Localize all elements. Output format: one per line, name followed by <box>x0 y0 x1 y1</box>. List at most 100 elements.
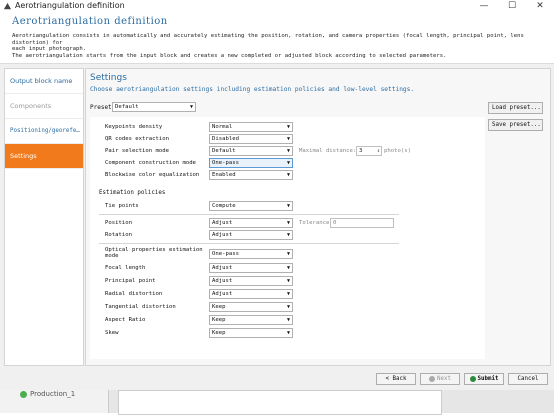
select-value: Adjust <box>212 220 233 226</box>
estimation-policies-heading: Estimation policies <box>99 190 166 196</box>
chevron-down-icon: ▼ <box>286 136 290 142</box>
tie-points-select[interactable]: Compute ▼ <box>209 201 293 211</box>
window-titlebar: Aerotriangulation definition — ☐ ✕ <box>0 0 554 14</box>
chevron-down-icon: ▼ <box>286 291 290 297</box>
spinner-value: 3 <box>359 148 363 154</box>
chevron-down-icon: ▼ <box>286 330 290 336</box>
tolerance-input[interactable]: 0 <box>330 218 394 228</box>
radial-distortion-select[interactable]: Adjust ▼ <box>209 289 293 299</box>
aspect-ratio-select[interactable]: Keep ▼ <box>209 315 293 325</box>
chevron-down-icon: ▼ <box>286 265 290 271</box>
load-preset-button[interactable]: Load preset... <box>488 102 543 114</box>
next-icon <box>429 375 436 382</box>
blockwise-color-select[interactable]: Enabled ▼ <box>209 170 293 180</box>
chevron-down-icon: ▼ <box>286 203 290 209</box>
dialog-title: Aerotriangulation definition <box>12 16 168 27</box>
preset-value: Default <box>115 104 139 110</box>
aspect-ratio-label: Aspect Ratio <box>105 317 146 323</box>
settings-subtitle: Choose aerotriangulation settings includ… <box>90 86 415 93</box>
sidebar-item-components[interactable]: Components <box>5 94 83 119</box>
next-button[interactable]: Next <box>420 373 460 385</box>
position-label: Position <box>105 220 132 226</box>
focal-length-label: Focal length <box>105 265 146 271</box>
max-distance-label: Maximal distance: <box>299 148 357 154</box>
tolerance-label: Tolerance <box>299 220 330 226</box>
position-select[interactable]: Adjust ▼ <box>209 218 293 228</box>
minimize-button[interactable]: — <box>470 0 498 13</box>
component-construction-select[interactable]: One-pass ▼ <box>209 158 293 168</box>
settings-scroll-area: Keypoints density Normal ▼ QR codes extra… <box>90 117 485 359</box>
background-panel <box>118 390 442 415</box>
rotation-select[interactable]: Adjust ▼ <box>209 230 293 240</box>
sidebar-item-output-block-name[interactable]: Output block name <box>5 69 83 94</box>
qr-codes-label: QR codes extraction <box>105 136 169 142</box>
chevron-down-icon: ▼ <box>286 220 290 226</box>
chevron-down-icon: ▼ <box>286 304 290 310</box>
close-button[interactable]: ✕ <box>526 0 554 13</box>
chevron-down-icon: ▼ <box>286 160 290 166</box>
select-value: One-pass <box>212 251 239 257</box>
back-button[interactable]: < Back <box>376 373 416 385</box>
optical-properties-label: Optical properties estimation mode <box>105 247 203 259</box>
select-value: Adjust <box>212 291 233 297</box>
divider <box>99 214 399 215</box>
preset-select[interactable]: Default ▼ <box>112 102 196 112</box>
cancel-button[interactable]: Cancel <box>508 373 548 385</box>
label-line: Optical properties estimation <box>105 247 203 253</box>
chevron-down-icon: ▼ <box>286 124 290 130</box>
keypoints-density-label: Keypoints density <box>105 124 163 130</box>
select-value: Adjust <box>212 232 233 238</box>
submit-icon <box>469 375 476 382</box>
max-distance-spinner[interactable]: 3 ⇕ <box>356 146 382 156</box>
radial-distortion-label: Radial distortion <box>105 291 163 297</box>
chevron-down-icon: ▼ <box>286 278 290 284</box>
chevron-down-icon: ▼ <box>286 172 290 178</box>
rotation-label: Rotation <box>105 232 132 238</box>
save-preset-button[interactable]: Save preset... <box>488 119 543 131</box>
principal-point-label: Principal point <box>105 278 156 284</box>
pair-selection-label: Pair selection mode <box>105 148 169 154</box>
status-check-icon <box>20 391 27 398</box>
description-line: Aerotriangulation consists in automatica… <box>12 33 524 46</box>
spinner-arrows-icon: ⇕ <box>376 148 380 154</box>
settings-title: Settings <box>90 73 127 83</box>
chevron-down-icon: ▼ <box>189 104 193 110</box>
select-value: Adjust <box>212 265 233 271</box>
keypoints-density-select[interactable]: Normal ▼ <box>209 122 293 132</box>
chevron-down-icon: ▼ <box>286 251 290 257</box>
tangential-distortion-select[interactable]: Keep ▼ <box>209 302 293 312</box>
window-title: Aerotriangulation definition <box>15 1 125 10</box>
background-tree-panel: Production_1 <box>0 390 109 413</box>
focal-length-select[interactable]: Adjust ▼ <box>209 263 293 273</box>
select-value: Normal <box>212 124 233 130</box>
max-distance-unit: photo(s) <box>384 148 411 154</box>
skew-select[interactable]: Keep ▼ <box>209 328 293 338</box>
description-line: The aerotriangulation starts from the in… <box>12 52 447 59</box>
select-value: Keep <box>212 330 226 336</box>
pair-selection-select[interactable]: Default ▼ <box>209 146 293 156</box>
sidebar-item-positioning[interactable]: Positioning/georefe… <box>5 119 83 144</box>
description-line: each input photograph. <box>12 46 87 53</box>
dialog-body: Output block name Components Positioning… <box>0 63 554 369</box>
chevron-down-icon: ▼ <box>286 317 290 323</box>
maximize-button[interactable]: ☐ <box>498 0 526 13</box>
chevron-down-icon: ▼ <box>286 148 290 154</box>
next-label: Next <box>437 376 451 382</box>
skew-label: Skew <box>105 330 119 336</box>
production-item[interactable]: Production_1 <box>30 390 75 398</box>
sidebar-item-settings[interactable]: Settings <box>5 144 83 169</box>
app-icon <box>3 2 12 10</box>
select-value: Enabled <box>212 172 236 178</box>
select-value: Adjust <box>212 278 233 284</box>
optical-properties-select[interactable]: One-pass ▼ <box>209 249 293 259</box>
select-value: Disabled <box>212 136 239 142</box>
submit-button[interactable]: Submit <box>464 373 504 385</box>
background-app: Production_1 <box>0 390 554 415</box>
select-value: Keep <box>212 304 226 310</box>
label-line: mode <box>105 253 119 259</box>
dialog-header: Aerotriangulation definition Aerotriangu… <box>0 13 554 63</box>
qr-codes-select[interactable]: Disabled ▼ <box>209 134 293 144</box>
principal-point-select[interactable]: Adjust ▼ <box>209 276 293 286</box>
component-construction-label: Component construction mode <box>105 160 196 166</box>
dialog-footer: < Back Next Submit Cancel <box>0 368 554 390</box>
